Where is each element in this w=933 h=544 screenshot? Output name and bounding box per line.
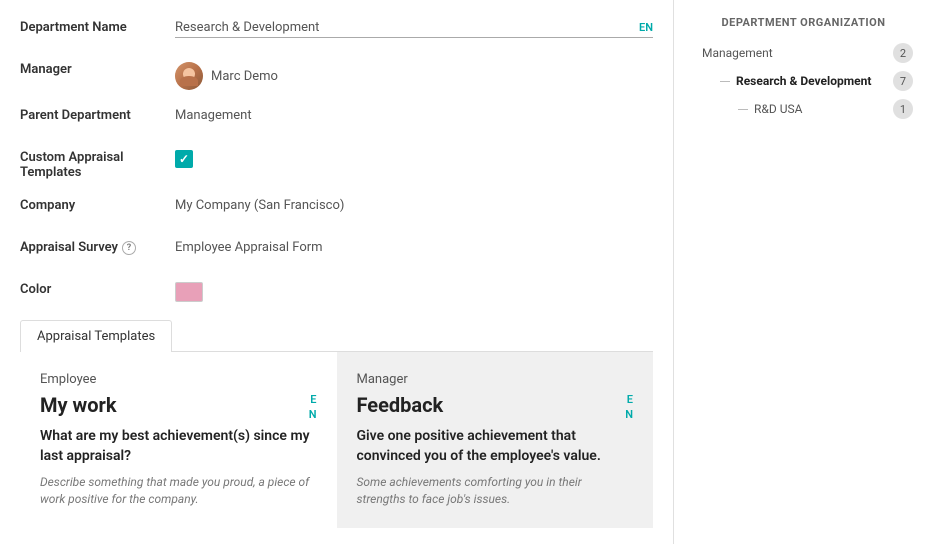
manager-en-n: N — [625, 408, 633, 421]
org-rnd-usa-badge: 1 — [893, 99, 913, 119]
employee-role-label: Employee — [40, 372, 317, 387]
manager-avatar — [175, 62, 203, 90]
org-rnd-usa-label[interactable]: R&D USA — [754, 102, 887, 116]
manager-panel-title: Feedback — [357, 393, 444, 417]
color-row: Color — [20, 278, 653, 306]
color-label: Color — [20, 278, 175, 297]
employee-panel-title: My work — [40, 393, 117, 417]
en-badge: EN — [639, 21, 653, 34]
manager-row: Manager Marc Demo — [20, 58, 653, 90]
tab-appraisal-templates[interactable]: Appraisal Templates — [20, 320, 172, 352]
help-icon[interactable]: ? — [122, 241, 136, 255]
department-name-row: Department Name Research & Development E… — [20, 16, 653, 44]
parent-department-value[interactable]: Management — [175, 104, 653, 123]
tree-line-research — [720, 81, 730, 82]
org-management-label[interactable]: Management — [702, 46, 887, 60]
employee-panel: Employee My work E N What are my best ac… — [20, 352, 337, 528]
employee-question: What are my best achievement(s) since my… — [40, 427, 317, 466]
custom-appraisal-label: Custom Appraisal Templates — [20, 146, 175, 180]
org-node-rnd-usa: R&D USA 1 — [738, 99, 913, 119]
bottom-section: Employee My work E N What are my best ac… — [20, 352, 653, 528]
appraisal-survey-row: Appraisal Survey ? Employee Appraisal Fo… — [20, 236, 653, 264]
color-swatch[interactable] — [175, 282, 203, 302]
tabs-container: Appraisal Templates — [20, 320, 653, 352]
parent-department-row: Parent Department Management — [20, 104, 653, 132]
manager-en-e: E — [627, 393, 633, 406]
company-row: Company My Company (San Francisco) — [20, 194, 653, 222]
company-value[interactable]: My Company (San Francisco) — [175, 194, 653, 213]
appraisal-survey-label: Appraisal Survey ? — [20, 236, 175, 255]
appraisal-survey-value[interactable]: Employee Appraisal Form — [175, 236, 653, 255]
org-research-badge: 7 — [893, 71, 913, 91]
dept-org-title: DEPARTMENT ORGANIZATION — [694, 16, 913, 29]
employee-en-n: N — [309, 408, 317, 421]
manager-label: Manager — [20, 58, 175, 77]
department-name-value[interactable]: Research & Development EN — [175, 16, 653, 38]
manager-panel: Manager Feedback E N Give one positive a… — [337, 352, 654, 528]
department-name-label: Department Name — [20, 16, 175, 35]
color-value[interactable] — [175, 278, 653, 302]
parent-department-label: Parent Department — [20, 104, 175, 123]
manager-en-badges: E N — [625, 393, 633, 421]
manager-description: Some achievements comforting you in thei… — [357, 474, 634, 508]
employee-en-badges: E N — [309, 393, 317, 421]
tree-line-rnd — [738, 109, 748, 110]
company-label: Company — [20, 194, 175, 213]
checkbox-checked[interactable] — [175, 150, 193, 168]
org-child-rnd-usa: R&D USA 1 — [702, 99, 913, 119]
manager-role-label: Manager — [357, 372, 634, 387]
org-node-research: Research & Development 7 — [720, 71, 913, 91]
right-panel: DEPARTMENT ORGANIZATION Management 2 Res… — [673, 0, 933, 544]
org-management-badge: 2 — [893, 43, 913, 63]
department-name-text: Research & Development — [175, 20, 631, 35]
manager-name[interactable]: Marc Demo — [211, 69, 278, 84]
manager-value: Marc Demo — [175, 58, 653, 90]
org-node-management: Management 2 — [702, 43, 913, 63]
custom-appraisal-row: Custom Appraisal Templates — [20, 146, 653, 180]
employee-description: Describe something that made you proud, … — [40, 474, 317, 508]
manager-question: Give one positive achievement that convi… — [357, 427, 634, 466]
org-research-label[interactable]: Research & Development — [736, 74, 887, 88]
employee-en-e: E — [310, 393, 316, 406]
org-child-research: Research & Development 7 — [702, 71, 913, 91]
custom-appraisal-checkbox[interactable] — [175, 146, 653, 168]
org-tree: Management 2 Research & Development 7 R&… — [694, 43, 913, 119]
